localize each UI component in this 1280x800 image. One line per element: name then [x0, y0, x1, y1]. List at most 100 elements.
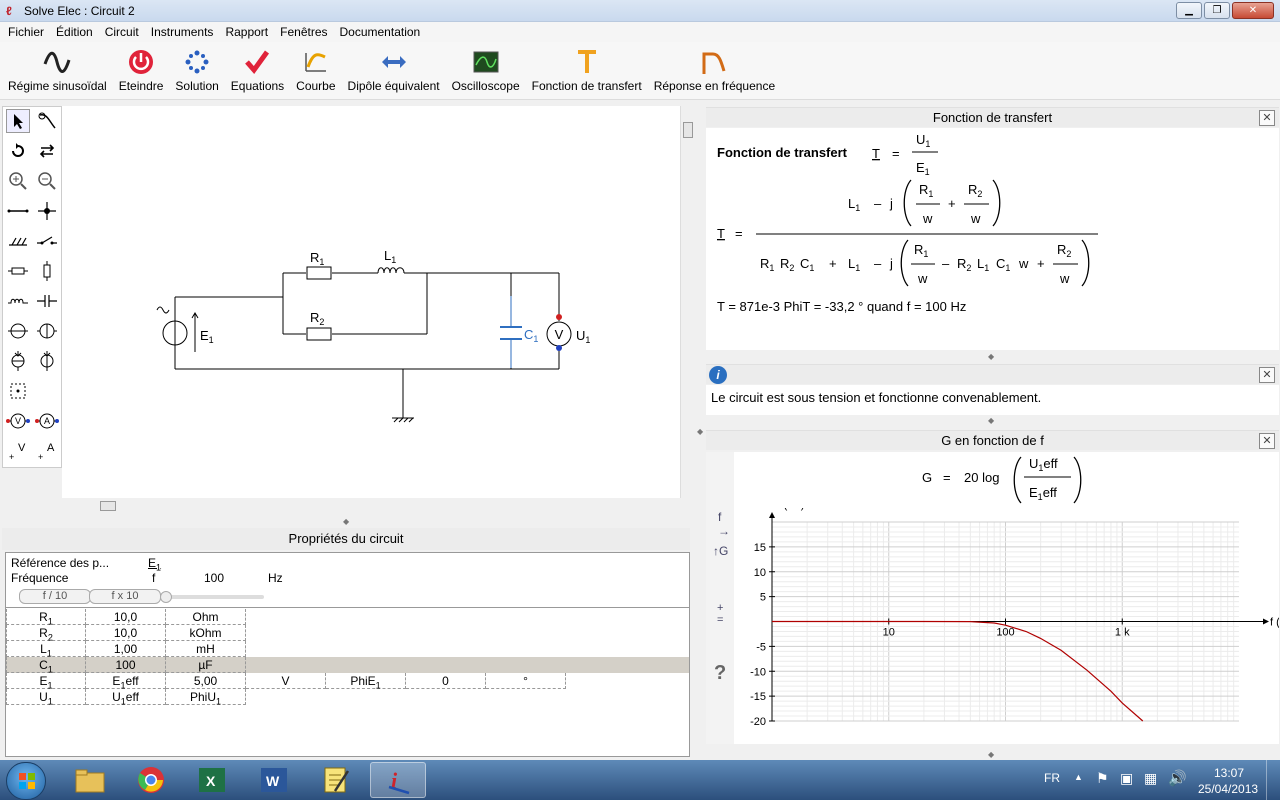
menu-documentation[interactable]: Documentation [334, 22, 427, 42]
table-row[interactable]: U1 U1eff PhiU1 [6, 689, 246, 706]
device-icon[interactable]: ▣ [1120, 770, 1133, 787]
cell-phase-name[interactable]: PhiU1 [166, 689, 246, 706]
network-icon[interactable]: ▦ [1144, 770, 1157, 787]
action-center-icon[interactable]: ⚑ [1096, 770, 1109, 787]
cell-unit[interactable]: mH [166, 641, 246, 657]
cell-value[interactable]: 10,0 [86, 609, 166, 625]
dipole-equivalent-button[interactable]: Dipôle équivalent [342, 42, 446, 99]
close-icon[interactable]: ✕ [1259, 110, 1275, 126]
frequency-multiply-button[interactable]: f x 10 [89, 589, 161, 604]
table-row-selected[interactable]: C1 100 µF [6, 657, 689, 674]
resistor-icon[interactable] [6, 259, 30, 283]
cell-unit[interactable]: Ohm [166, 609, 246, 625]
clock-time[interactable]: 13:07 [1214, 766, 1244, 780]
frequency-divide-button[interactable]: f / 10 [19, 589, 91, 604]
swap-icon[interactable] [35, 139, 59, 163]
solution-button[interactable]: Solution [169, 42, 224, 99]
resistor-vertical-icon[interactable] [35, 259, 59, 283]
canvas-vertical-scrollbar[interactable] [680, 106, 694, 498]
frequency-value[interactable]: 100 [204, 571, 224, 585]
current-probe-icon[interactable]: A + [35, 439, 59, 463]
frequency-slider[interactable] [160, 591, 264, 603]
voltmeter-icon[interactable]: V [6, 409, 30, 433]
cell-quantity[interactable]: U1eff [86, 689, 166, 706]
show-desktop-button[interactable] [1266, 760, 1280, 800]
current-source-vertical-icon[interactable] [35, 349, 59, 373]
menu-edition[interactable]: Édition [50, 22, 99, 42]
cell-quantity[interactable]: E1eff [86, 673, 166, 690]
rotate-icon[interactable] [6, 139, 30, 163]
menu-instruments[interactable]: Instruments [145, 22, 220, 42]
current-source-icon[interactable] [6, 349, 30, 373]
close-icon[interactable]: ✕ [1259, 433, 1275, 449]
splitter-handle[interactable]: ◆ [697, 427, 703, 436]
gain-chart[interactable]: 10 100 1 k 15 10 5 -5 -10 -15 -20 f (Hz) G (dB) [734, 508, 1279, 738]
cell-value[interactable]: 10,0 [86, 625, 166, 641]
courbe-button[interactable]: Courbe [290, 42, 341, 99]
close-button[interactable]: ✕ [1232, 2, 1274, 19]
wire-cut-icon[interactable] [35, 109, 59, 133]
cell-value[interactable]: 1,00 [86, 641, 166, 657]
zoom-tool-icon[interactable]: + = [717, 602, 723, 626]
tray-expand-icon[interactable]: ▲ [1074, 772, 1083, 782]
voltage-probe-icon[interactable]: V + [6, 439, 30, 463]
slider-knob[interactable] [160, 591, 172, 603]
menu-fichier[interactable]: Fichier [2, 22, 50, 42]
wire-icon[interactable] [6, 199, 30, 223]
start-button[interactable] [6, 762, 46, 800]
splitter-handle[interactable]: ◆ [988, 352, 994, 361]
splitter-handle[interactable]: ◆ [343, 517, 349, 526]
cell-phase-unit[interactable]: ° [486, 673, 566, 689]
chrome-icon[interactable] [123, 762, 179, 798]
volume-icon[interactable]: 🔊 [1168, 769, 1187, 787]
cell-value[interactable]: 5,00 [166, 673, 246, 689]
zoom-in-icon[interactable] [6, 169, 30, 193]
table-row[interactable]: E1 E1eff 5,00 V PhiE1 0 ° [6, 673, 566, 690]
menu-circuit[interactable]: Circuit [99, 22, 145, 42]
dipole-block-icon[interactable] [6, 379, 30, 403]
notepad-icon[interactable] [308, 762, 364, 798]
cell-value[interactable]: 100 [86, 657, 166, 673]
cell-unit[interactable]: V [246, 673, 326, 689]
table-row[interactable]: R1 10,0 Ohm [6, 609, 246, 626]
splitter-handle[interactable]: ◆ [988, 416, 994, 425]
minimize-button[interactable]: ▁ [1176, 2, 1202, 19]
eteindre-button[interactable]: Eteindre [113, 42, 170, 99]
x-axis-tool-icon[interactable]: f → [718, 510, 730, 538]
ammeter-icon[interactable]: A [35, 409, 59, 433]
switch-icon[interactable] [35, 229, 59, 253]
scroll-thumb[interactable] [100, 501, 116, 511]
clock-date[interactable]: 25/04/2013 [1198, 782, 1258, 796]
splitter-handle[interactable]: ◆ [988, 750, 994, 759]
cell-unit[interactable]: µF [166, 657, 246, 673]
solve-elec-icon[interactable]: i [370, 762, 426, 798]
voltage-source-vertical-icon[interactable] [35, 319, 59, 343]
select-arrow-icon[interactable] [6, 109, 30, 133]
voltage-source-icon[interactable] [6, 319, 30, 343]
y-axis-tool-icon[interactable]: ↑G [713, 544, 728, 558]
regime-sinusoidal-button[interactable]: Régime sinusoïdal [2, 42, 113, 99]
word-icon[interactable]: W [246, 762, 302, 798]
ground-icon[interactable] [6, 229, 30, 253]
scroll-thumb[interactable] [683, 122, 693, 138]
help-icon[interactable]: ? [714, 662, 726, 685]
menu-fenetres[interactable]: Fenêtres [274, 22, 333, 42]
inductor-icon[interactable] [6, 289, 30, 313]
reference-value[interactable]: E1 [148, 556, 161, 572]
restore-button[interactable]: ❐ [1204, 2, 1230, 19]
table-row[interactable]: R2 10,0 kOhm [6, 625, 246, 642]
fonction-transfert-button[interactable]: Fonction de transfert [526, 42, 648, 99]
capacitor-icon[interactable] [35, 289, 59, 313]
close-icon[interactable]: ✕ [1259, 367, 1275, 383]
circuit-canvas[interactable]: V R1 L1 R2 C1 E1 U1 [62, 106, 680, 498]
oscilloscope-button[interactable]: Oscilloscope [446, 42, 526, 99]
cell-phase-value[interactable]: 0 [406, 673, 486, 689]
language-indicator[interactable]: FR [1044, 771, 1060, 785]
node-icon[interactable] [35, 199, 59, 223]
canvas-horizontal-scrollbar[interactable] [62, 498, 680, 514]
reponse-frequence-button[interactable]: Réponse en fréquence [648, 42, 781, 99]
equations-button[interactable]: Equations [225, 42, 290, 99]
cell-unit[interactable]: kOhm [166, 625, 246, 641]
explorer-icon[interactable] [62, 762, 118, 798]
menu-rapport[interactable]: Rapport [219, 22, 274, 42]
